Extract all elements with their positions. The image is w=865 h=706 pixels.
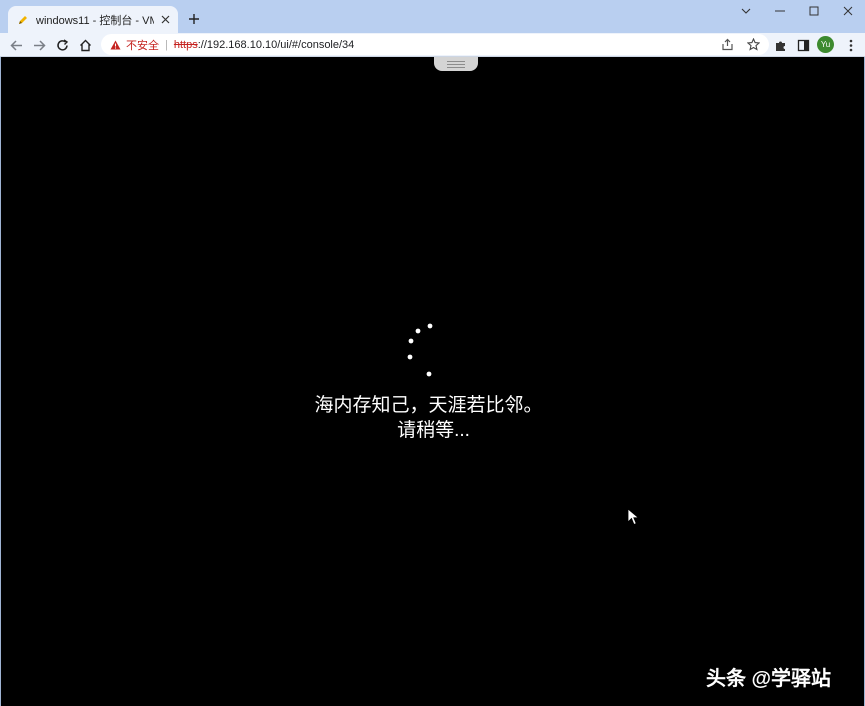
share-icon[interactable] (719, 36, 735, 52)
tab-title: windows11 - 控制台 - VMware (36, 14, 154, 27)
extensions-puzzle-icon[interactable] (770, 35, 790, 55)
side-panel-icon[interactable] (793, 35, 813, 55)
watermark-text: 头条 @学驿站 (706, 668, 832, 690)
star-icon[interactable] (745, 36, 761, 52)
console-toolbar-handle[interactable] (434, 57, 478, 71)
maximize-icon[interactable] (797, 0, 831, 22)
mouse-cursor-icon (627, 508, 640, 526)
omnibox-divider: | (165, 38, 168, 51)
browser-window: windows11 - 控制台 - VMware (0, 0, 865, 706)
reload-icon[interactable] (52, 35, 72, 55)
loading-spinner-icon (407, 323, 433, 377)
boot-message-wait: 请稍等... (397, 420, 470, 441)
kebab-menu-icon[interactable] (841, 35, 861, 55)
vm-console-screen[interactable]: 海内存知己，天涯若比邻。 请稍等... 头条 @学驿站 (0, 57, 865, 706)
tab-console[interactable]: windows11 - 控制台 - VMware (8, 6, 178, 33)
url-text: ://192.168.10.10/ui/#/console/34 (197, 38, 355, 51)
omnibox-actions (719, 36, 761, 52)
warning-triangle-icon[interactable] (109, 39, 121, 51)
window-controls (729, 0, 865, 22)
home-icon[interactable] (75, 35, 95, 55)
chevron-down-icon[interactable] (729, 0, 763, 22)
boot-message-poem: 海内存知己，天涯若比邻。 (314, 395, 543, 416)
url-scheme: https (173, 38, 198, 51)
close-icon[interactable] (158, 13, 172, 27)
address-bar[interactable]: 不安全 | https ://192.168.10.10/ui/#/consol… (101, 34, 769, 55)
forward-arrow-icon[interactable] (29, 35, 49, 55)
browser-toolbar: 不安全 | https ://192.168.10.10/ui/#/consol… (0, 33, 865, 57)
new-tab-button[interactable] (185, 10, 203, 28)
grip-icon (447, 59, 465, 70)
security-status-label[interactable]: 不安全 (126, 37, 159, 53)
pencil-icon (16, 13, 30, 27)
close-window-icon[interactable] (831, 0, 865, 22)
profile-avatar[interactable]: Yu (817, 36, 834, 53)
tab-strip: windows11 - 控制台 - VMware (0, 0, 865, 33)
back-arrow-icon[interactable] (6, 35, 26, 55)
minimize-icon[interactable] (763, 0, 797, 22)
